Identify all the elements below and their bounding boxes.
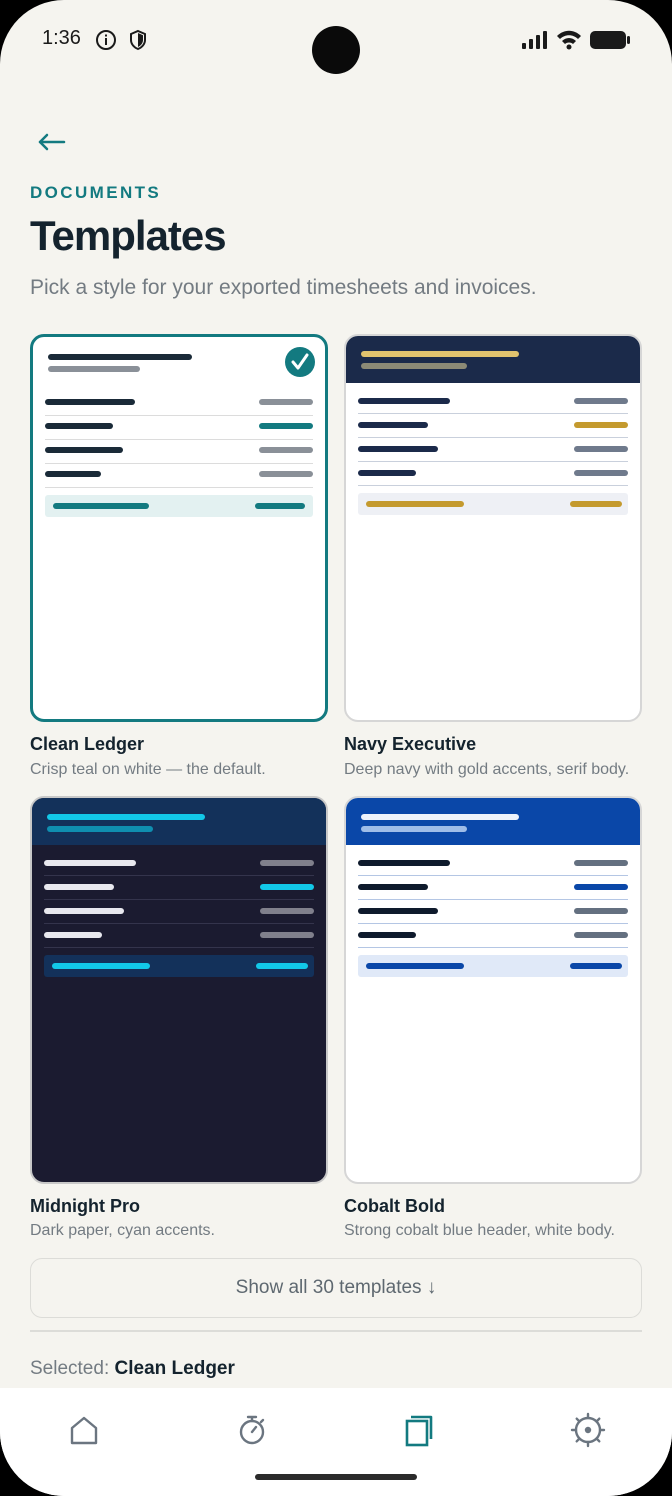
template-name: Clean Ledger	[30, 734, 145, 754]
phone-screen: 1:36 DOCUMENTS Templates Pick a style fo…	[0, 0, 672, 1496]
template-preview-clean-ledger	[45, 347, 315, 517]
page-subtitle: Pick a style for your exported timesheet…	[30, 276, 537, 299]
template-preview-navy-executive	[346, 336, 640, 515]
shield-icon	[130, 29, 146, 51]
template-card-cobalt-bold[interactable]	[344, 796, 642, 1184]
template-card-clean-ledger[interactable]	[30, 334, 328, 722]
selected-template-summary: Selected: Clean Ledger	[30, 1358, 235, 1380]
template-preview-midnight-pro	[32, 798, 326, 977]
selected-prefix: Selected:	[30, 1358, 110, 1379]
battery-icon	[590, 31, 630, 49]
template-name: Midnight Pro	[30, 1196, 140, 1216]
templates-icon[interactable]	[400, 1410, 440, 1450]
status-bar: 1:36	[0, 0, 672, 80]
info-icon	[96, 30, 116, 50]
template-description: Crisp teal on white — the default.	[30, 761, 266, 778]
selected-template-value: Clean Ledger	[114, 1358, 235, 1379]
template-card-navy-executive[interactable]	[344, 334, 642, 722]
show-all-label: Show all 30 templates ↓	[235, 1277, 437, 1298]
home-icon[interactable]	[64, 1410, 104, 1450]
camera-cutout	[312, 26, 360, 74]
template-name: Navy Executive	[344, 734, 477, 754]
template-description: Strong cobalt blue header, white body.	[344, 1222, 615, 1239]
template-preview-cobalt-bold	[346, 798, 640, 977]
status-time: 1:36	[42, 27, 81, 49]
show-all-templates-button[interactable]: Show all 30 templates ↓	[30, 1258, 642, 1318]
template-card-midnight-pro[interactable]	[30, 796, 328, 1184]
template-name: Cobalt Bold	[344, 1196, 445, 1216]
signal-icon	[522, 31, 547, 49]
template-description: Dark paper, cyan accents.	[30, 1222, 215, 1239]
section-eyebrow: DOCUMENTS	[30, 183, 162, 202]
divider	[30, 1330, 642, 1332]
home-indicator[interactable]	[255, 1474, 417, 1480]
settings-icon[interactable]	[568, 1410, 608, 1450]
page-title: Templates	[30, 212, 227, 259]
wifi-icon	[557, 30, 581, 50]
stopwatch-icon[interactable]	[232, 1410, 272, 1450]
template-description: Deep navy with gold accents, serif body.	[344, 761, 630, 778]
back-arrow-icon[interactable]	[34, 124, 70, 160]
